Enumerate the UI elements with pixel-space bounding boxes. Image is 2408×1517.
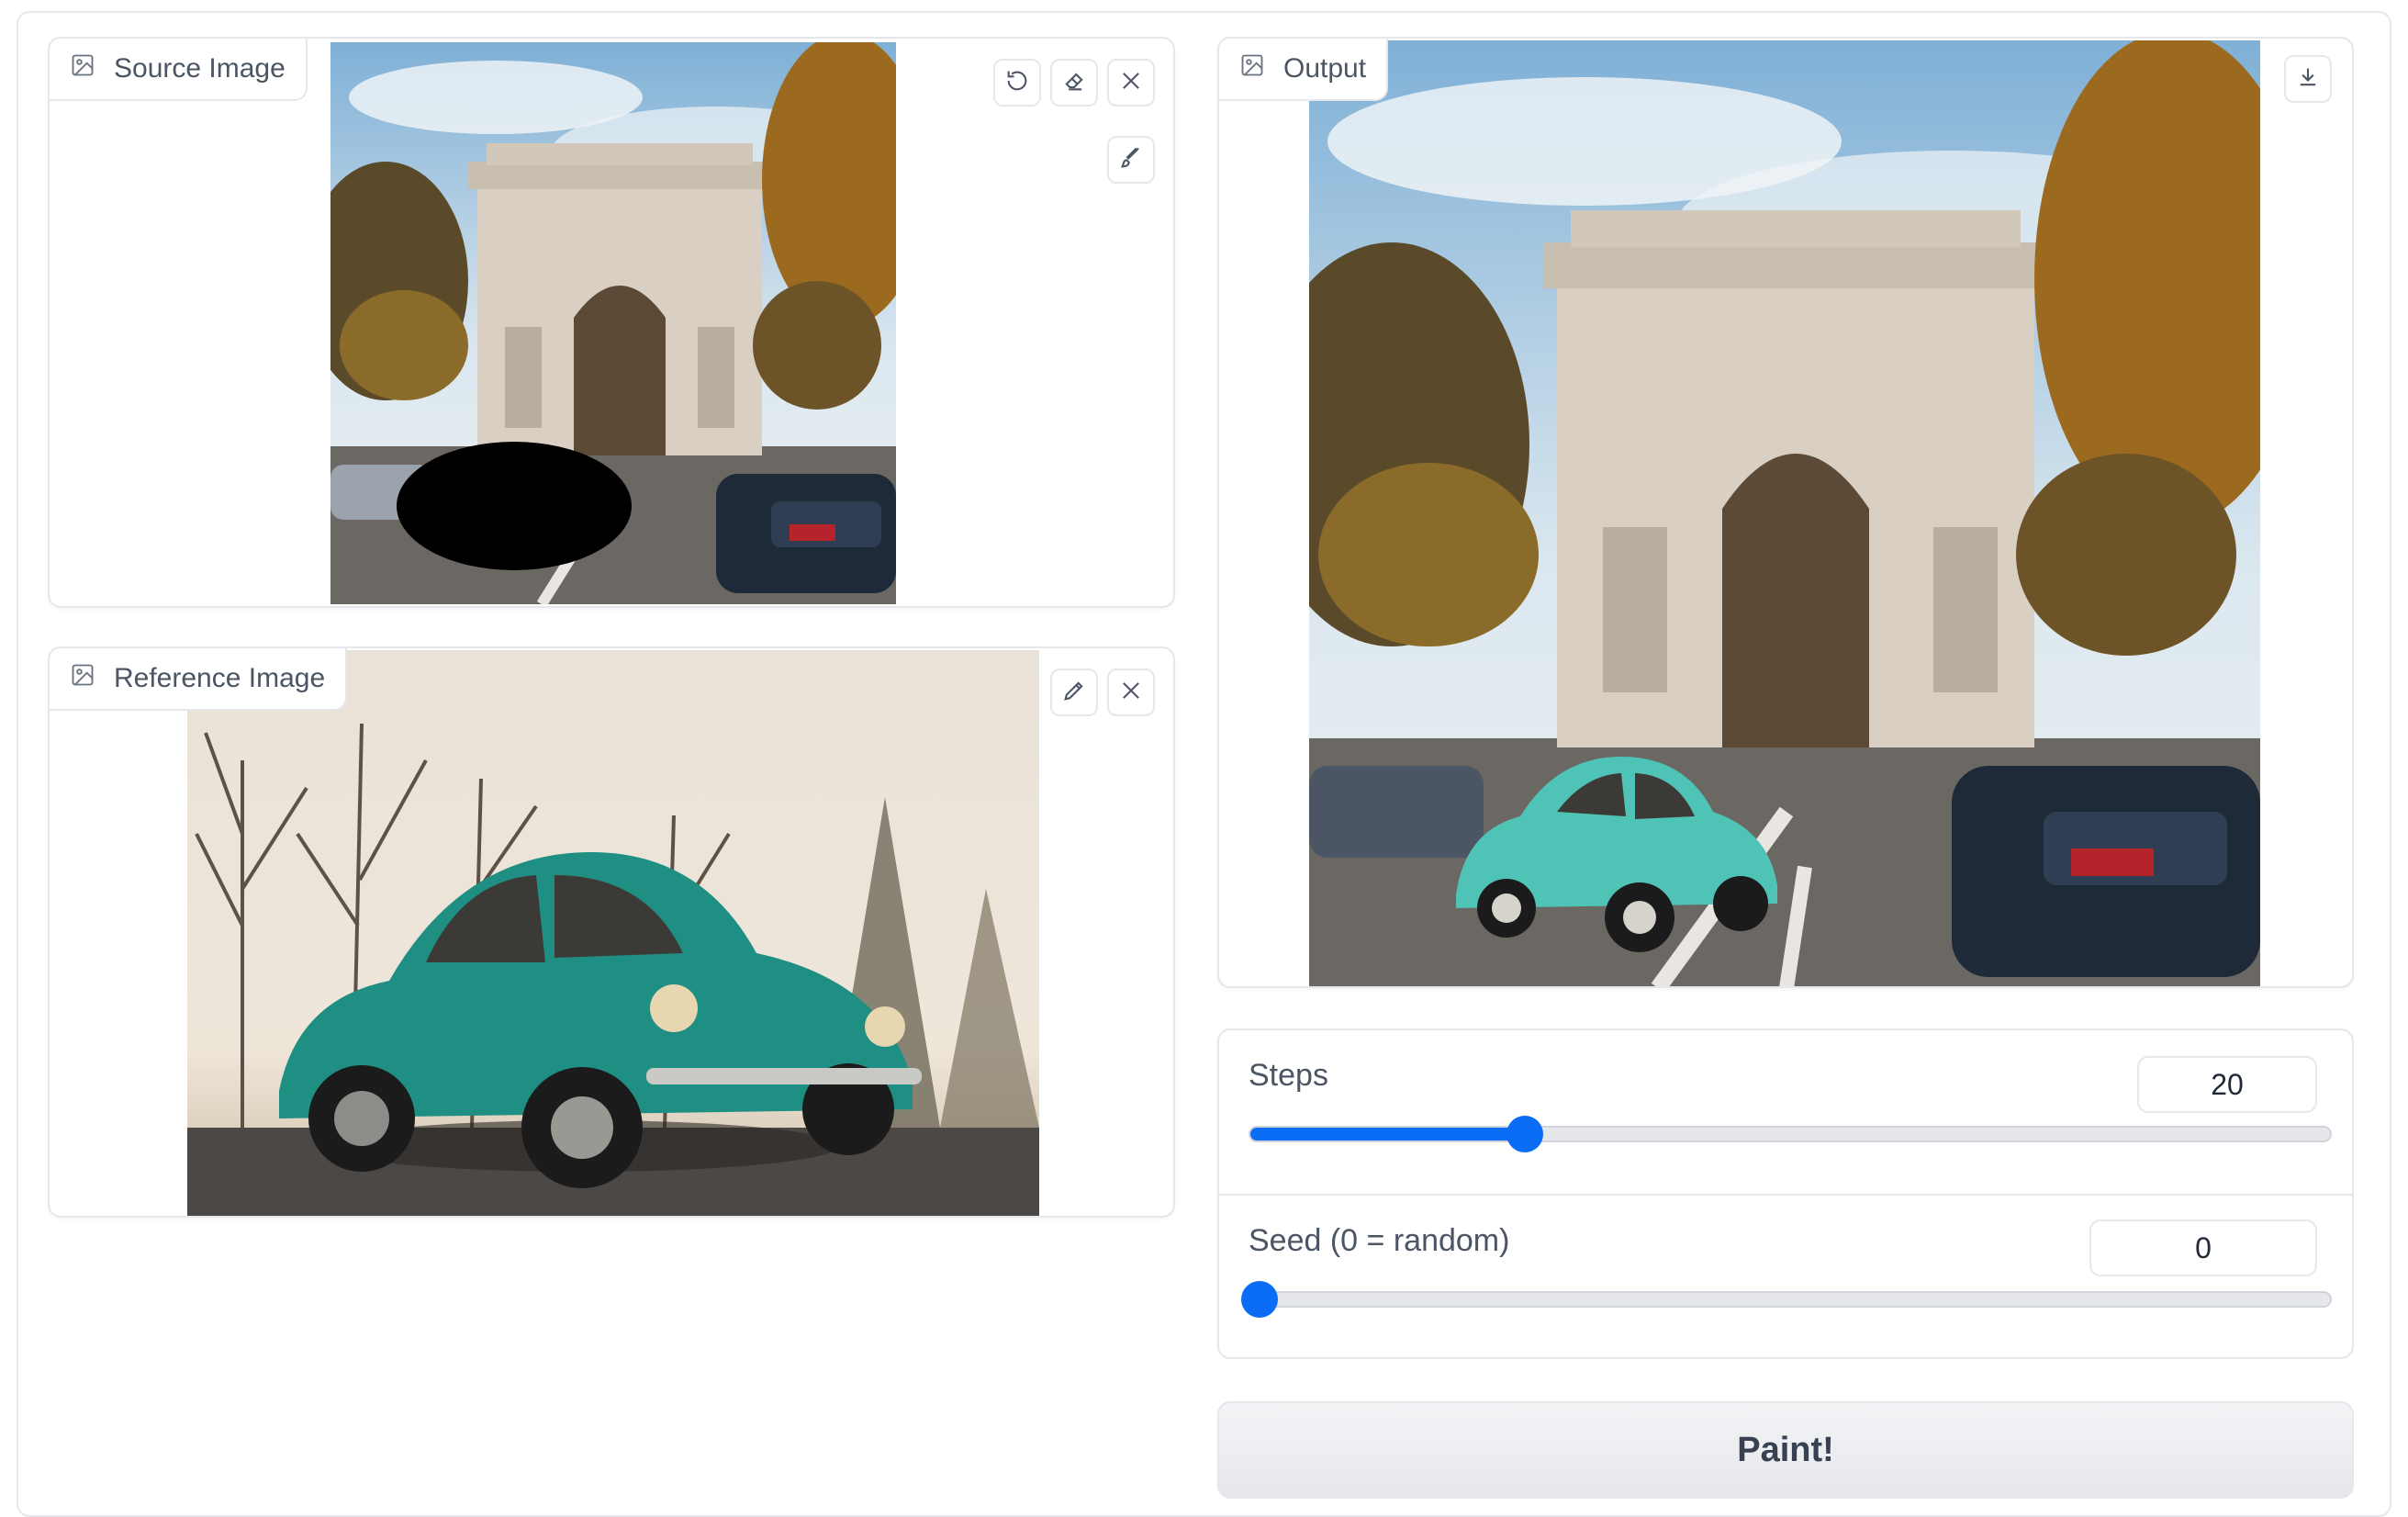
close-icon: [1118, 678, 1144, 708]
clear-reference-button[interactable]: [1107, 669, 1155, 716]
output-image: [1309, 40, 2260, 986]
image-icon: [70, 662, 95, 695]
source-image-canvas[interactable]: [330, 42, 896, 604]
clear-source-button[interactable]: [1107, 59, 1155, 107]
close-icon: [1118, 68, 1144, 98]
seed-slider-block: Seed (0 = random): [1217, 1194, 2354, 1359]
seed-slider-thumb[interactable]: [1241, 1281, 1278, 1318]
steps-slider-fill: [1250, 1128, 1526, 1141]
source-image-label: Source Image: [114, 53, 286, 84]
reference-image-label-tab: Reference Image: [50, 648, 348, 711]
seed-label: Seed (0 = random): [1249, 1223, 1510, 1258]
steps-number-input[interactable]: [2137, 1056, 2317, 1113]
edit-reference-button[interactable]: [1050, 669, 1098, 716]
reference-image-panel: Reference Image: [48, 646, 1175, 1218]
output-label: Output: [1283, 53, 1367, 84]
paint-button[interactable]: Paint!: [1217, 1401, 2354, 1499]
steps-slider-block: Steps: [1217, 1028, 2354, 1197]
steps-slider-thumb[interactable]: [1506, 1116, 1543, 1152]
source-image-panel: Source Image: [48, 37, 1175, 608]
steps-label: Steps: [1249, 1058, 1328, 1093]
image-icon: [70, 52, 95, 85]
reference-image: [187, 650, 1039, 1216]
image-icon: [1239, 52, 1265, 85]
brush-button[interactable]: [1107, 136, 1155, 184]
output-label-tab: Output: [1219, 39, 1389, 101]
source-image-label-tab: Source Image: [50, 39, 308, 101]
output-panel: Output: [1217, 37, 2354, 988]
steps-slider-track[interactable]: [1249, 1126, 2332, 1142]
undo-icon: [1004, 68, 1030, 98]
download-icon: [2295, 64, 2321, 95]
pencil-icon: [1061, 678, 1087, 708]
brush-icon: [1118, 145, 1144, 175]
download-button[interactable]: [2284, 55, 2332, 103]
eraser-button[interactable]: [1050, 59, 1098, 107]
reference-image-label: Reference Image: [114, 663, 326, 693]
undo-button[interactable]: [993, 59, 1041, 107]
seed-number-input[interactable]: [2089, 1219, 2317, 1276]
seed-slider-track[interactable]: [1249, 1291, 2332, 1308]
eraser-icon: [1061, 68, 1087, 98]
